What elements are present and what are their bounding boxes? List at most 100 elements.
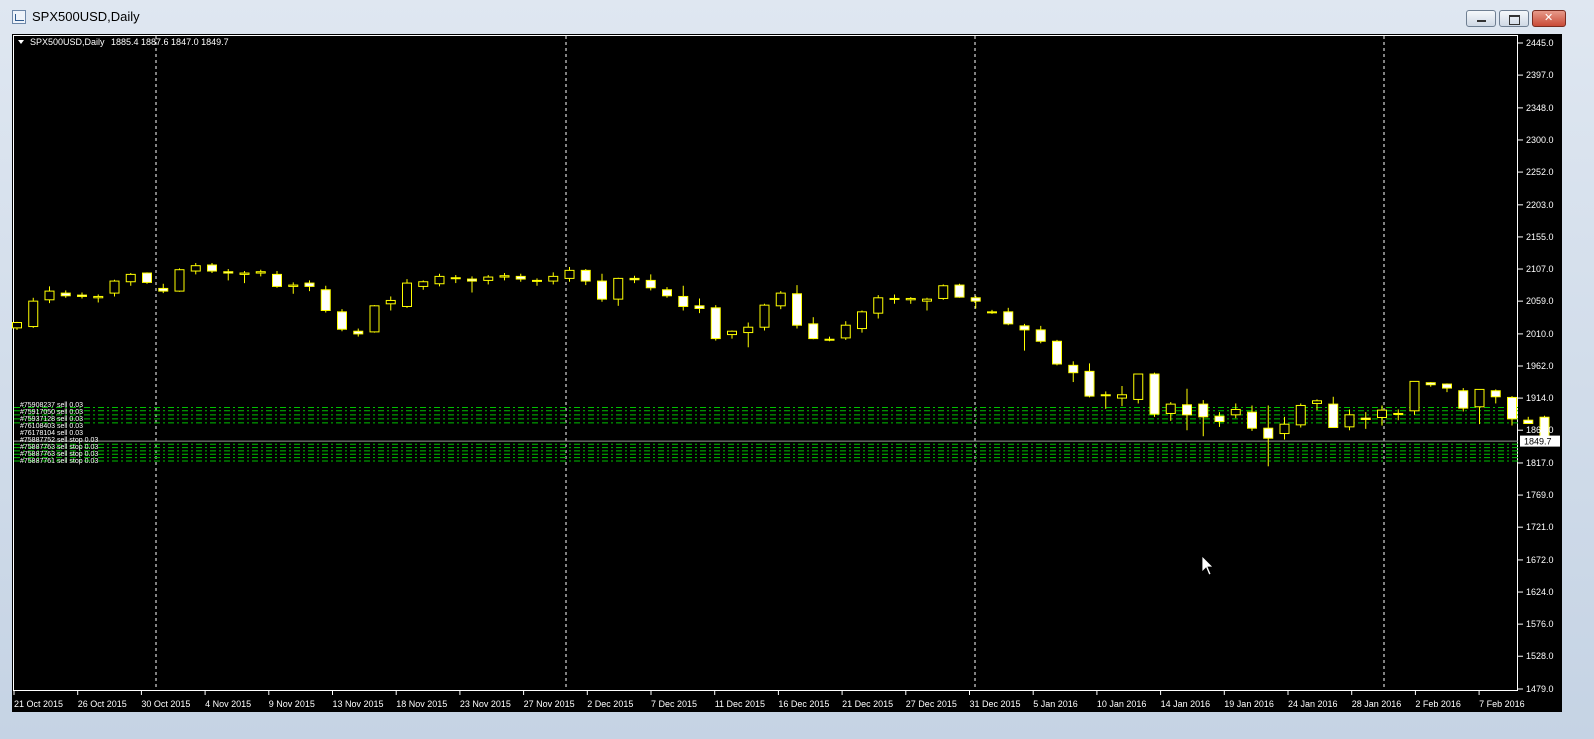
time-tick-label: 7 Feb 2016 (1479, 699, 1525, 709)
candle-body (1019, 325, 1030, 331)
candle-body (662, 289, 672, 297)
price-tick-label: 2397.0 (1526, 70, 1554, 80)
candle-body (840, 324, 851, 339)
candle-body (1068, 364, 1079, 374)
candle-body (710, 307, 721, 340)
candle-body (532, 279, 542, 282)
candle-body (434, 275, 445, 285)
candle-body (1100, 394, 1111, 397)
time-tick-label: 2 Feb 2016 (1415, 699, 1461, 709)
time-tick-label: 16 Dec 2015 (778, 699, 829, 709)
order-label: #75887761 sell stop 0.03 (20, 458, 98, 465)
candle-body (889, 297, 900, 300)
collapse-triangle-icon[interactable] (18, 40, 24, 44)
time-tick-label: 23 Nov 2015 (460, 699, 511, 709)
candle-body (580, 269, 591, 282)
time-tick-label: 21 Dec 2015 (842, 699, 893, 709)
candle-body (1344, 414, 1355, 428)
candle-body (613, 277, 624, 300)
minimize-button[interactable] (1466, 10, 1496, 27)
time-tick-label: 5 Jan 2016 (1033, 699, 1078, 709)
candle-body (743, 326, 754, 334)
candle-body (450, 277, 461, 280)
order-label: #76178104 sell 0.03 (20, 430, 83, 437)
candle-body (629, 277, 640, 281)
mouse-cursor-icon (1201, 555, 1214, 576)
candle-body (158, 287, 169, 292)
candle-body (125, 273, 136, 283)
candle-body (1084, 370, 1095, 397)
price-axis[interactable]: 2445.0 2397.0 2348.0 2300.0 2252.0 2203.0 2155… (1518, 38, 1554, 694)
candle-body (857, 311, 867, 330)
candle-body (190, 265, 201, 272)
window-titlebar[interactable]: SPX500USD,Daily (0, 0, 1594, 34)
candle-body (1295, 404, 1306, 426)
candle-body (1133, 373, 1144, 400)
restore-button[interactable] (1499, 10, 1529, 27)
candle-body (954, 284, 965, 298)
candle-body (1214, 415, 1225, 423)
candle-body (28, 300, 39, 328)
terminal-window: SPX500USD,Daily #75908237 sell 0.03#7591… (0, 0, 1594, 739)
candle-body (239, 272, 250, 275)
candle-body (93, 295, 104, 299)
price-tick-label: 1866.0 (1526, 425, 1554, 435)
time-tick-label: 30 Oct 2015 (141, 699, 190, 709)
order-label: #76108403 sell 0.03 (20, 423, 83, 430)
candle-body (1198, 403, 1209, 418)
candle-body (1165, 403, 1176, 414)
candle-body (207, 264, 217, 272)
candle-body (1312, 400, 1322, 404)
candle-body (792, 293, 802, 326)
order-label: #75887752 sell stop 0.03 (20, 437, 98, 444)
candle-body (272, 273, 282, 287)
price-tick-label: 1624.0 (1526, 587, 1554, 597)
candle-body (304, 282, 315, 287)
candle-body (255, 271, 266, 274)
price-tick-label: 1528.0 (1526, 651, 1554, 661)
period-separators (155, 36, 1385, 690)
plot-border (13, 35, 1518, 691)
time-tick-label: 21 Oct 2015 (14, 699, 63, 709)
time-tick-label: 4 Nov 2015 (205, 699, 251, 709)
price-tick-label: 2445.0 (1526, 38, 1554, 48)
chart-area[interactable]: #75908237 sell 0.03 #75917050 sell 0.03 #7… (12, 34, 1562, 712)
close-button[interactable] (1532, 10, 1566, 27)
candle-body (1377, 409, 1387, 418)
candle-body (1490, 390, 1501, 398)
candle-body (645, 279, 656, 289)
candle-body (337, 311, 347, 330)
time-tick-label: 11 Dec 2015 (715, 699, 765, 709)
time-tick-label: 9 Nov 2015 (269, 699, 315, 709)
candle-body (402, 282, 412, 307)
candle-body (515, 275, 526, 280)
candle-body (1117, 394, 1127, 399)
time-tick-label: 13 Nov 2015 (333, 699, 384, 709)
price-tick-label: 1672.0 (1526, 555, 1554, 565)
chart-ohlc: 1885.4 1887.6 1847.0 1849.7 (111, 37, 229, 47)
candle-body (77, 294, 87, 297)
candle-body (385, 299, 396, 305)
candle-body (1328, 403, 1339, 429)
order-label: #75887763 sell stop 0.03 (20, 444, 98, 451)
price-tick-label: 2010.0 (1526, 329, 1554, 339)
time-axis[interactable]: 21 Oct 2015 26 Oct 2015 30 Oct 2015 4 Nov 2… (13, 690, 1525, 709)
price-tick-label: 2348.0 (1526, 103, 1554, 113)
candle-body (174, 269, 185, 292)
candle-body (1409, 380, 1420, 412)
candle-body (1279, 423, 1290, 435)
order-label: #75908237 sell 0.03 (20, 402, 83, 409)
price-tick-label: 1721.0 (1526, 522, 1554, 532)
candle-body (1458, 390, 1469, 409)
candle-body (1507, 396, 1517, 420)
time-tick-label: 10 Jan 2016 (1097, 699, 1147, 709)
candle-body (320, 289, 331, 311)
candle-body (775, 292, 786, 307)
time-tick-label: 19 Jan 2016 (1224, 699, 1274, 709)
price-chart[interactable]: #75908237 sell 0.03#75917050 sell 0.03#7… (12, 34, 1562, 712)
candle-body (1523, 419, 1534, 425)
price-tick-label: 1769.0 (1526, 490, 1554, 500)
candle-body (727, 330, 737, 336)
candles (12, 263, 1550, 467)
candle-body (483, 276, 494, 281)
